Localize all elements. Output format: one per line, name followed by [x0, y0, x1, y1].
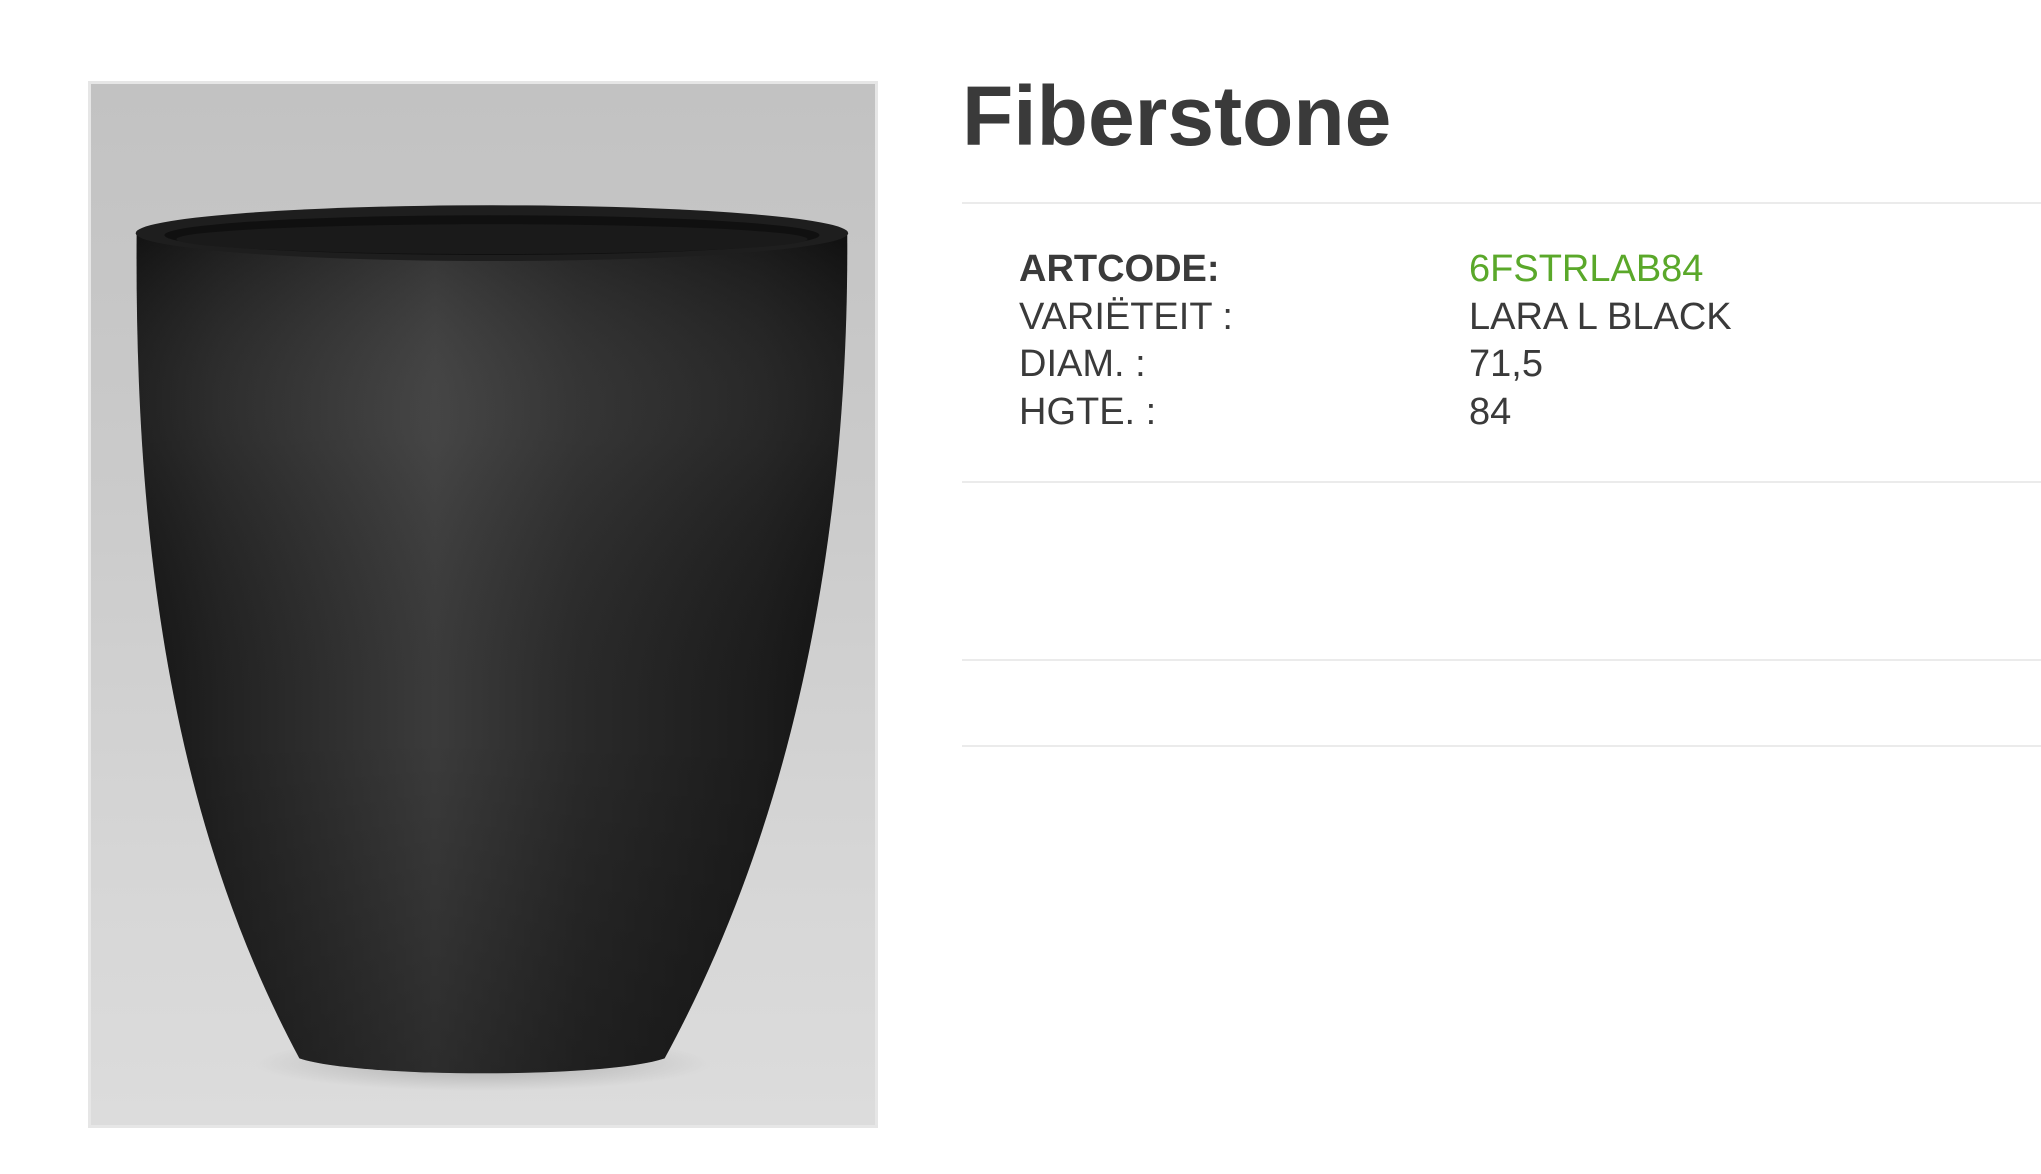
spec-value-height: 84: [1469, 390, 1512, 433]
spec-label: ARTCODE:: [1019, 248, 1220, 290]
spec-label: DIAM. :: [1019, 343, 1146, 385]
spec-row-artcode: ARTCODE: 6FSTRLAB84: [1019, 246, 1919, 294]
product-image[interactable]: [88, 81, 878, 1128]
spec-label: HGTE. :: [1019, 390, 1157, 433]
spec-value-diameter: 71,5: [1469, 343, 1543, 385]
spec-label: VARIËTEIT :: [1019, 295, 1233, 338]
divider-bottom: [962, 745, 2041, 747]
spec-row-height: HGTE. : 84: [1019, 389, 1919, 437]
product-title: Fiberstone: [962, 69, 1392, 163]
spec-list: ARTCODE: 6FSTRLAB84 VARIËTEIT : LARA L B…: [1019, 246, 1919, 436]
spec-row-diameter: DIAM. : 71,5: [1019, 341, 1919, 389]
divider-middle: [962, 659, 2041, 661]
planter-image: [135, 205, 849, 1092]
spec-value-artcode: 6FSTRLAB84: [1469, 248, 1704, 290]
divider-specs-bottom: [962, 481, 2041, 483]
divider-top: [962, 202, 2041, 204]
spec-value-variety: LARA L BLACK: [1469, 295, 1732, 338]
spec-row-variety: VARIËTEIT : LARA L BLACK: [1019, 294, 1919, 342]
